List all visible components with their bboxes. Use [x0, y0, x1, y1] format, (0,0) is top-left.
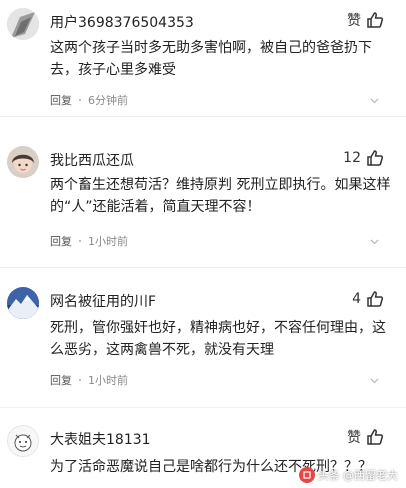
like-button[interactable]: 赞 [347, 10, 384, 30]
comment-text: 死刑，管你强奸也好，精神病也好，不容任何理由，这么恶劣，这两禽兽不死，就没有天理 [50, 320, 386, 358]
girl-avatar-icon [7, 146, 39, 178]
watermark-text: 头条 @西留老大 [317, 469, 399, 482]
thumb-up-icon [366, 11, 384, 29]
reply-button[interactable]: 回复 [50, 372, 72, 388]
cartoon-avatar-icon [8, 426, 38, 456]
avatar[interactable] [7, 146, 39, 178]
like-button[interactable]: 12 [343, 148, 384, 168]
thumb-up-icon [366, 149, 384, 167]
separator-dot [79, 379, 81, 381]
mountain-avatar-icon [7, 287, 39, 319]
chevron-down-icon[interactable] [370, 237, 379, 246]
comment-feed: 用户3698376504353 赞 这两个孩子当时多无助多害怕啊，被自己的爸爸扔… [0, 0, 406, 488]
comment-meta: 回复 1小时前 [50, 233, 128, 249]
comment-username[interactable]: 用户3698376504353 [50, 12, 194, 32]
reply-button[interactable]: 回复 [50, 233, 72, 249]
toutiao-logo-icon [298, 467, 315, 483]
chevron-down-icon[interactable] [370, 376, 379, 385]
comment-meta: 回复 6分钟前 [50, 92, 128, 108]
comment-text: 这两个孩子当时多无助多害怕啊，被自己的爸爸扔下去，孩子心里多难受 [50, 40, 372, 78]
like-count: 赞 [347, 13, 361, 29]
separator-dot [79, 240, 81, 242]
comment-item: 网名被征用的川F 4 死刑，管你强奸也好，精神病也好，不容任何理由，这么恶劣，这… [0, 281, 406, 408]
default-user-avatar-icon [7, 8, 39, 40]
comment-text: 两个畜生还想苟活？维持原判 死刑立即执行。如果这样的“人”还能活着，简直天理不容… [50, 177, 391, 215]
watermark: 头条 @西留老大 [298, 467, 399, 483]
comment-time: 1小时前 [88, 235, 128, 248]
like-button[interactable]: 4 [352, 289, 384, 309]
comment-username[interactable]: 网名被征用的川F [50, 291, 156, 311]
separator-dot [79, 99, 81, 101]
comment-username[interactable]: 我比西瓜还瓜 [50, 150, 134, 170]
avatar[interactable] [7, 287, 39, 319]
like-button[interactable]: 赞 [347, 427, 384, 447]
thumb-up-icon [366, 290, 384, 308]
comment-item: 用户3698376504353 赞 这两个孩子当时多无助多害怕啊，被自己的爸爸扔… [0, 0, 406, 117]
avatar[interactable] [7, 425, 39, 457]
like-count: 4 [352, 291, 361, 307]
comment-time: 6分钟前 [88, 94, 128, 107]
thumb-up-icon [366, 428, 384, 446]
avatar[interactable] [7, 8, 39, 40]
comment-meta: 回复 1小时前 [50, 372, 128, 388]
reply-button[interactable]: 回复 [50, 92, 72, 108]
chevron-down-icon[interactable] [370, 96, 379, 105]
like-count: 赞 [347, 430, 361, 446]
comment-time: 1小时前 [88, 374, 128, 387]
like-count: 12 [343, 150, 361, 166]
comment-item: 我比西瓜还瓜 12 两个畜生还想苟活？维持原判 死刑立即执行。如果这样的“人”还… [0, 141, 406, 268]
comment-username[interactable]: 大表姐夫18131 [50, 429, 151, 449]
